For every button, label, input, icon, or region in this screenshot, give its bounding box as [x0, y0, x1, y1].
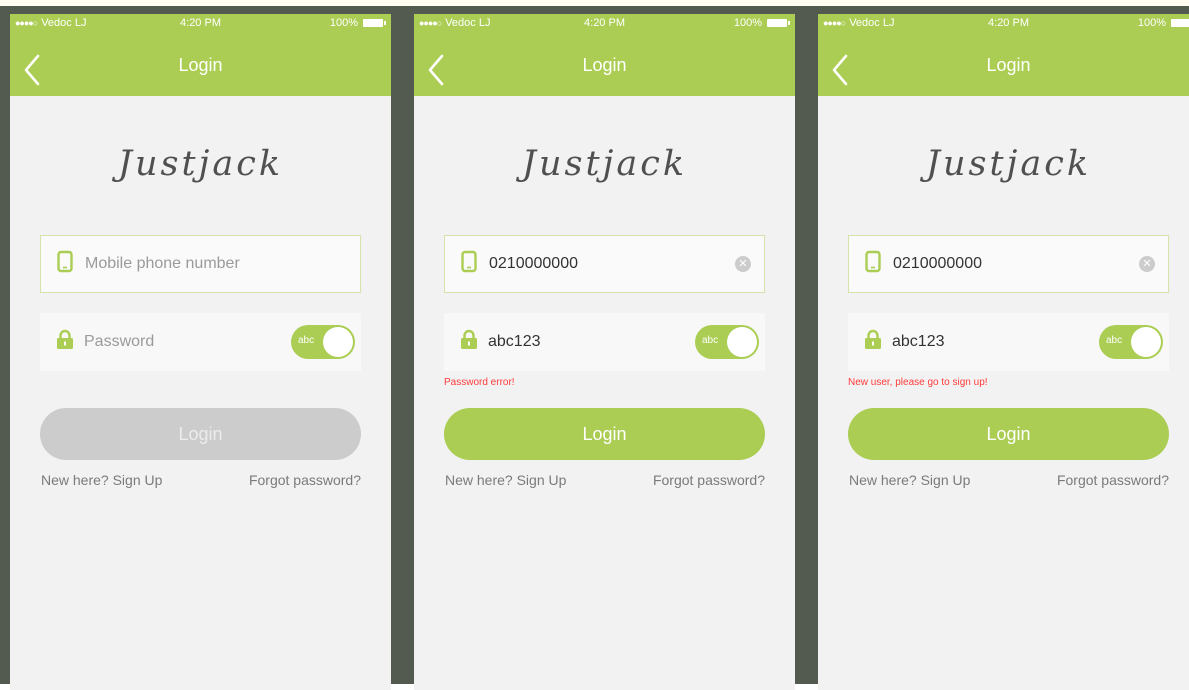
toggle-label: abc	[1106, 335, 1123, 346]
toggle-knob	[1131, 327, 1161, 357]
signup-link[interactable]: New here? Sign Up	[41, 472, 162, 488]
phone-screen-new-user: ●●●●○ Vedoc LJ 4:20 PM 100% Login Justjac…	[818, 14, 1189, 690]
status-carrier: ●●●●○ Vedoc LJ	[823, 17, 895, 29]
nav-bar: ●●●●○ Vedoc LJ 4:20 PM 100% Login	[414, 14, 795, 96]
login-button[interactable]: Login	[848, 408, 1169, 460]
mobile-phone-field[interactable]: Mobile phone number	[40, 235, 361, 293]
show-password-toggle[interactable]: abc	[695, 325, 759, 359]
password-field[interactable]: abc123 abc	[848, 313, 1169, 371]
error-message: Password error!	[444, 377, 515, 388]
mobile-phone-field[interactable]: 0210000000 ✕	[848, 235, 1169, 293]
mobile-phone-placeholder: Mobile phone number	[85, 255, 240, 272]
mobile-phone-icon	[57, 250, 73, 278]
status-carrier: ●●●●○ Vedoc LJ	[15, 17, 87, 29]
brand-logo: Justjack	[117, 144, 284, 184]
signup-link[interactable]: New here? Sign Up	[849, 472, 970, 488]
password-value: abc123	[892, 333, 945, 350]
brand-logo: Justjack	[521, 144, 688, 184]
clear-icon[interactable]: ✕	[735, 256, 751, 272]
status-battery: 100%	[734, 17, 790, 29]
brand-logo: Justjack	[925, 144, 1092, 184]
lock-icon	[56, 329, 74, 355]
password-placeholder: Password	[84, 333, 155, 350]
page-title: Login	[986, 55, 1031, 75]
status-bar: ●●●●○ Vedoc LJ 4:20 PM 100%	[10, 14, 391, 36]
password-field[interactable]: abc123 abc	[444, 313, 765, 371]
toggle-label: abc	[702, 335, 719, 346]
mobile-phone-field[interactable]: 0210000000 ✕	[444, 235, 765, 293]
nav-bar: ●●●●○ Vedoc LJ 4:20 PM 100% Login	[818, 14, 1189, 96]
status-battery: 100%	[330, 17, 386, 29]
toggle-knob	[323, 327, 353, 357]
toggle-label: abc	[298, 335, 315, 346]
mobile-phone-value: 0210000000	[489, 255, 578, 272]
page-title: Login	[582, 55, 627, 75]
status-time: 4:20 PM	[584, 17, 625, 29]
battery-icon	[363, 19, 386, 27]
mobile-phone-icon	[865, 250, 881, 278]
page: ●●●●○ Vedoc LJ 4:20 PM 100% Login Justjac…	[0, 0, 1189, 690]
lock-icon	[864, 329, 882, 355]
forgot-password-link[interactable]: Forgot password?	[653, 472, 765, 488]
show-password-toggle[interactable]: abc	[1099, 325, 1163, 359]
battery-icon	[1171, 19, 1189, 27]
mobile-phone-value: 0210000000	[893, 255, 982, 272]
nav-bar: ●●●●○ Vedoc LJ 4:20 PM 100% Login	[10, 14, 391, 96]
password-value: abc123	[488, 333, 541, 350]
signal-icon: ●●●●○	[15, 18, 38, 28]
status-carrier: ●●●●○ Vedoc LJ	[419, 17, 491, 29]
lock-icon	[460, 329, 478, 355]
forgot-password-link[interactable]: Forgot password?	[249, 472, 361, 488]
page-title: Login	[178, 55, 223, 75]
status-battery: 100%	[1138, 17, 1189, 29]
status-time: 4:20 PM	[988, 17, 1029, 29]
status-time: 4:20 PM	[180, 17, 221, 29]
signal-icon: ●●●●○	[823, 18, 846, 28]
phone-screen-empty: ●●●●○ Vedoc LJ 4:20 PM 100% Login Justjac…	[10, 14, 391, 690]
error-message: New user, please go to sign up!	[848, 377, 988, 388]
forgot-password-link[interactable]: Forgot password?	[1057, 472, 1169, 488]
login-button[interactable]: Login	[444, 408, 765, 460]
password-field[interactable]: Password abc	[40, 313, 361, 371]
battery-icon	[767, 19, 790, 27]
status-bar: ●●●●○ Vedoc LJ 4:20 PM 100%	[818, 14, 1189, 36]
show-password-toggle[interactable]: abc	[291, 325, 355, 359]
signal-icon: ●●●●○	[419, 18, 442, 28]
board-background: ●●●●○ Vedoc LJ 4:20 PM 100% Login Justjac…	[0, 6, 1189, 690]
clear-icon[interactable]: ✕	[1139, 256, 1155, 272]
mobile-phone-icon	[461, 250, 477, 278]
login-button[interactable]: Login	[40, 408, 361, 460]
toggle-knob	[727, 327, 757, 357]
status-bar: ●●●●○ Vedoc LJ 4:20 PM 100%	[414, 14, 795, 36]
phone-screen-password-error: ●●●●○ Vedoc LJ 4:20 PM 100% Login Justjac…	[414, 14, 795, 690]
signup-link[interactable]: New here? Sign Up	[445, 472, 566, 488]
